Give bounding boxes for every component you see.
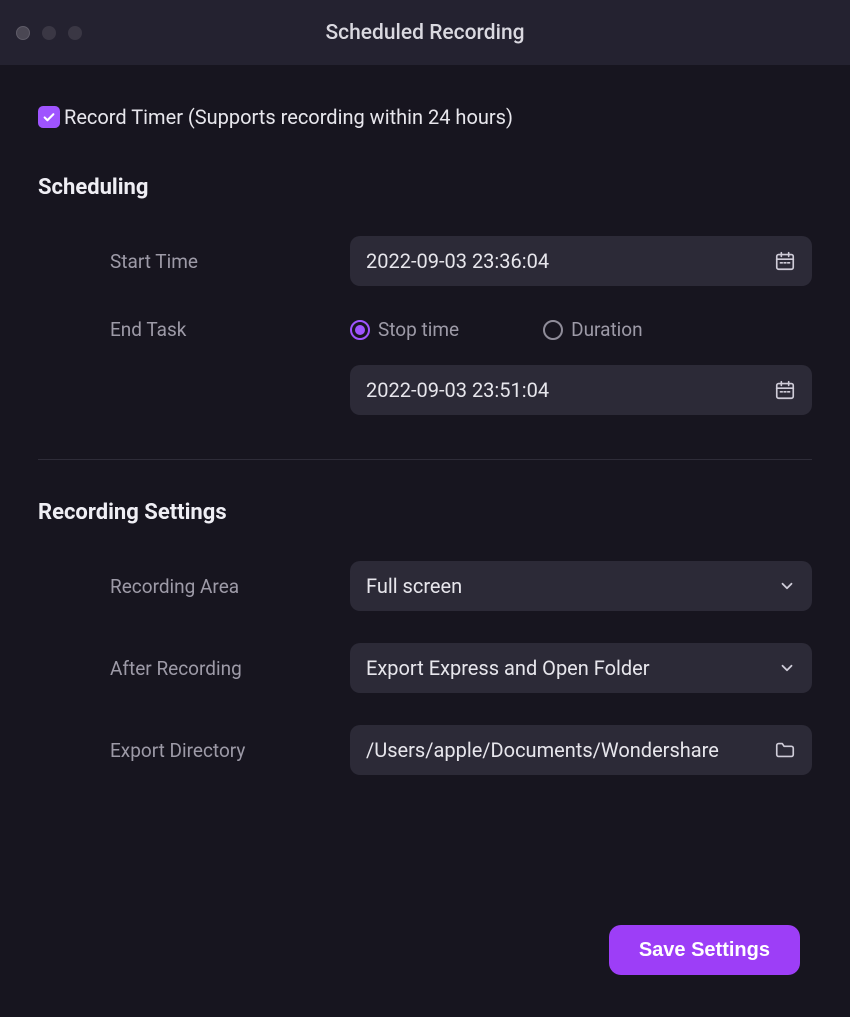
record-timer-checkbox[interactable] [38, 106, 60, 128]
end-task-label: End Task [38, 318, 350, 341]
export-directory-field[interactable]: /Users/apple/Documents/Wondershare [350, 725, 812, 775]
after-recording-label: After Recording [38, 657, 350, 680]
after-recording-value: Export Express and Open Folder [366, 656, 766, 680]
radio-icon [543, 320, 563, 340]
stop-time-radio-label: Stop time [378, 318, 459, 341]
footer: Save Settings [38, 925, 812, 987]
titlebar: Scheduled Recording [0, 0, 850, 65]
window-controls [16, 26, 82, 40]
radio-icon [350, 320, 370, 340]
chevron-down-icon [778, 577, 796, 595]
after-recording-row: After Recording Export Express and Open … [38, 643, 812, 693]
end-time-value: 2022-09-03 23:51:04 [366, 378, 762, 402]
recording-area-select[interactable]: Full screen [350, 561, 812, 611]
save-settings-button[interactable]: Save Settings [609, 925, 800, 975]
check-icon [42, 110, 56, 124]
record-timer-label: Record Timer (Supports recording within … [64, 105, 513, 129]
chevron-down-icon [778, 659, 796, 677]
section-divider [38, 459, 812, 460]
start-time-field[interactable]: 2022-09-03 23:36:04 [350, 236, 812, 286]
folder-icon[interactable] [774, 739, 796, 761]
recording-settings-heading: Recording Settings [38, 500, 812, 525]
stop-time-radio[interactable]: Stop time [350, 318, 459, 341]
end-time-field[interactable]: 2022-09-03 23:51:04 [350, 365, 812, 415]
record-timer-row[interactable]: Record Timer (Supports recording within … [38, 105, 812, 129]
close-window-button[interactable] [16, 26, 30, 40]
start-time-value: 2022-09-03 23:36:04 [366, 249, 762, 273]
start-time-row: Start Time 2022-09-03 23:36:04 [38, 236, 812, 286]
calendar-icon[interactable] [774, 379, 796, 401]
content-area: Record Timer (Supports recording within … [0, 65, 850, 1017]
minimize-window-button[interactable] [42, 26, 56, 40]
duration-radio-label: Duration [571, 318, 643, 341]
recording-area-value: Full screen [366, 574, 766, 598]
start-time-label: Start Time [38, 250, 350, 273]
duration-radio[interactable]: Duration [543, 318, 643, 341]
recording-area-label: Recording Area [38, 575, 350, 598]
recording-area-row: Recording Area Full screen [38, 561, 812, 611]
scheduling-heading: Scheduling [38, 175, 812, 200]
export-directory-label: Export Directory [38, 739, 350, 762]
after-recording-select[interactable]: Export Express and Open Folder [350, 643, 812, 693]
maximize-window-button[interactable] [68, 26, 82, 40]
end-task-radios: Stop time Duration [350, 318, 643, 341]
end-time-row: 2022-09-03 23:51:04 [38, 365, 812, 415]
end-task-row: End Task Stop time Duration [38, 318, 812, 341]
export-directory-value: /Users/apple/Documents/Wondershare [366, 738, 762, 762]
window-title: Scheduled Recording [0, 21, 850, 45]
export-directory-row: Export Directory /Users/apple/Documents/… [38, 725, 812, 775]
calendar-icon[interactable] [774, 250, 796, 272]
